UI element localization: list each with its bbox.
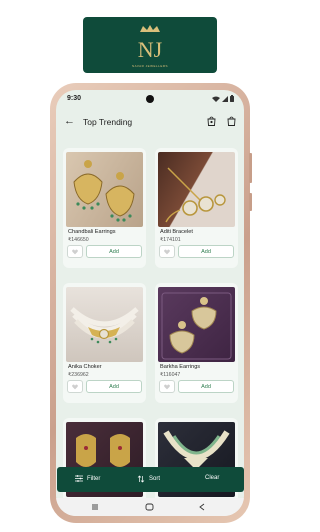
product-card[interactable]: Aditi Bracelet ₹174101 Add [155,148,238,268]
earrings-image-icon [73,160,135,222]
filter-icon [75,475,83,482]
sort-button[interactable]: Sort [137,475,160,483]
logo-letters: NJ [138,37,163,62]
heart-icon [164,384,170,389]
add-button[interactable]: Add [86,245,142,258]
recents-icon[interactable] [92,503,100,511]
camera-cutout [146,95,154,103]
sort-icon [137,475,145,483]
product-price: ₹146650 [68,237,89,243]
add-button[interactable]: Add [86,380,142,393]
status-icons [212,95,234,102]
bracelet-image-icon [165,167,226,223]
phone-frame: 9:30 ← Top Trending Chandbali Earrings ₹… [50,83,252,523]
shopping-bag-icon[interactable] [207,116,216,126]
product-card[interactable]: Anika Choker ₹236962 Add [63,283,146,403]
product-price: ₹174101 [160,237,181,243]
wishlist-button[interactable] [159,380,175,393]
product-price: ₹116047 [160,372,181,378]
product-name: Anika Choker [68,364,102,370]
wishlist-button[interactable] [67,245,83,258]
arrow-left-icon[interactable]: ← [64,116,75,127]
filter-label: Filter [87,475,101,482]
product-price: ₹236962 [68,372,89,378]
product-name: Chandbali Earrings [68,229,116,235]
product-image[interactable] [158,287,235,362]
system-nav-bar [56,498,244,516]
add-button[interactable]: Add [178,245,234,258]
heart-icon [72,249,78,254]
brand-logo: NJ NAVAR JEWELLERS [83,17,217,73]
product-image[interactable] [158,152,235,227]
choker-image-icon [70,307,139,344]
add-button[interactable]: Add [178,380,234,393]
status-time: 9:30 [67,95,82,102]
power-button [249,193,252,211]
sort-label: Sort [149,476,161,482]
filter-button[interactable]: Filter [75,475,100,482]
status-bar: 9:30 [56,90,244,108]
wishlist-button[interactable] [67,380,83,393]
wifi-icon [212,96,220,102]
heart-icon [72,384,78,389]
logo-subtext: NAVAR JEWELLERS [131,63,169,68]
back-nav-icon[interactable] [198,503,206,511]
product-name: Aditi Bracelet [160,229,193,235]
wishlist-button[interactable] [159,245,175,258]
app-header: ← Top Trending [56,110,244,134]
home-icon[interactable] [145,503,154,511]
cart-bag-icon[interactable] [227,116,236,126]
product-card[interactable]: Chandbali Earrings ₹146650 Add [63,148,146,268]
battery-icon [230,95,234,102]
filter-sort-bar: Filter Sort Clear [57,467,244,492]
product-card[interactable]: Barkha Earrings ₹116047 Add [155,283,238,403]
clear-button[interactable]: Clear [205,475,219,481]
heart-icon [164,249,170,254]
signal-icon [222,95,228,102]
earrings-image-icon [161,292,232,360]
page-title: Top Trending [83,117,133,127]
volume-button [249,153,252,183]
clear-label: Clear [205,475,220,481]
product-image[interactable] [66,152,143,227]
product-name: Barkha Earrings [160,364,201,370]
crown-monogram-icon: NJ [138,24,163,62]
product-image[interactable] [66,287,143,362]
app-screen: 9:30 ← Top Trending Chandbali Earrings ₹… [56,90,244,516]
